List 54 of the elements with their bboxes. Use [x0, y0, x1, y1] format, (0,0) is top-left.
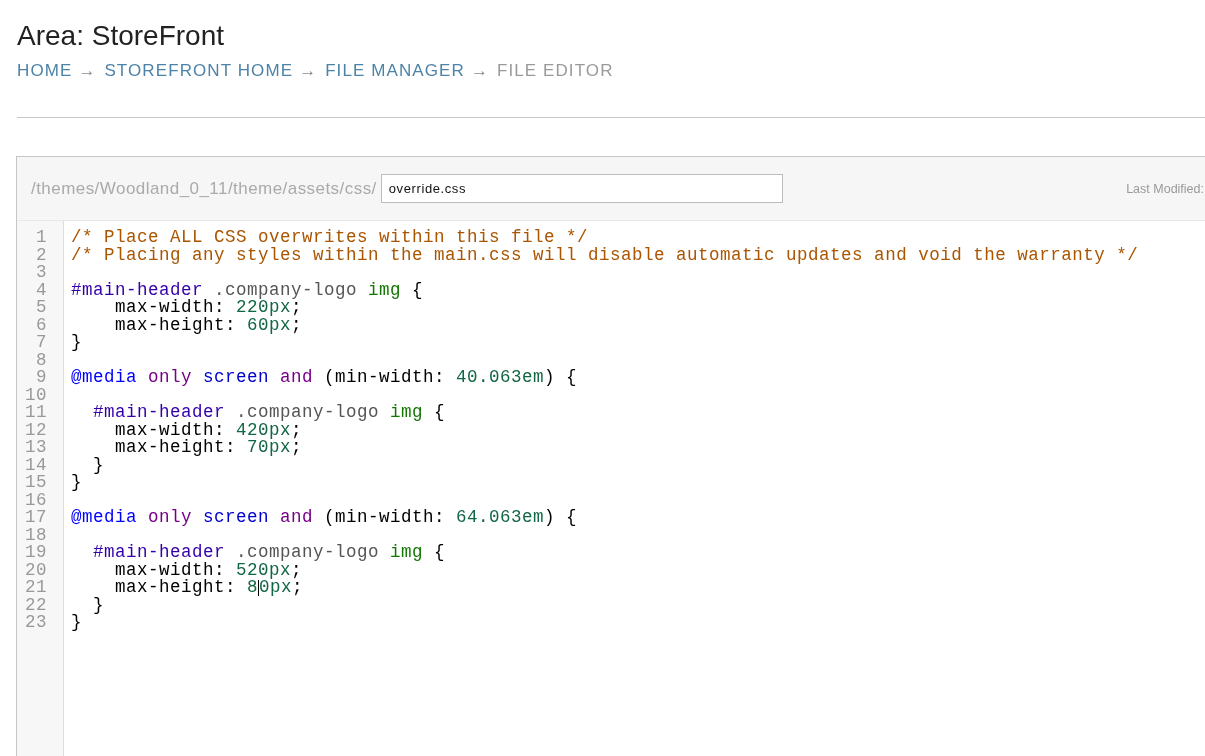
line-number: 9: [35, 369, 48, 387]
code-text: @media only screen and (min-width: 40.063em) {: [71, 369, 578, 387]
line-number: 20: [24, 561, 48, 579]
line-number: 22: [24, 596, 48, 614]
code-text: max-width: 520px;: [114, 561, 303, 579]
line-number: 15: [24, 474, 48, 492]
breadcrumb-link[interactable]: FILE MANAGER: [325, 59, 465, 83]
line-number: 3: [35, 264, 48, 282]
line-number: 8: [35, 351, 48, 369]
folder-path: /themes/Woodland_0_11/theme/assets/css/: [31, 178, 377, 199]
code-text: max-height: 60px;: [114, 316, 303, 334]
line-number: 13: [24, 439, 48, 457]
line-number: 2: [35, 246, 48, 264]
breadcrumb-arrow: →: [470, 60, 488, 82]
code-text: max-width: 420px;: [114, 421, 303, 439]
code-text: 0px;: [259, 579, 304, 597]
line-number: 14: [24, 456, 48, 474]
line-number: 1: [35, 229, 48, 247]
line-number: 4: [35, 281, 48, 299]
code-text: #main-header .company-logo img {: [71, 281, 424, 299]
filename-field[interactable]: override.css: [380, 174, 783, 203]
line-number: 6: [35, 316, 48, 334]
code-text: /* Placing any styles within the main.css will disable automatic updates and void the warranty */: [71, 246, 1139, 264]
line-number: 17: [24, 509, 48, 527]
breadcrumb-link[interactable]: STOREFRONT HOME: [104, 59, 294, 83]
last-modified-label: Last Modified:: [1126, 181, 1205, 196]
line-number: 16: [24, 491, 48, 509]
line-number: 7: [35, 334, 48, 352]
line-number: 21: [24, 579, 48, 597]
code-text: #main-header .company-logo img {: [92, 404, 446, 422]
page-title: Area: StoreFront: [17, 19, 225, 53]
breadcrumb-arrow: →: [299, 60, 317, 82]
line-number: 12: [24, 421, 48, 439]
line-number: 5: [35, 299, 48, 317]
code-text: /* Place ALL CSS overwrites within this file */: [71, 229, 589, 247]
line-number: 10: [24, 386, 48, 404]
code-text: }: [92, 596, 104, 614]
line-number: 18: [24, 526, 48, 544]
code-text: }: [92, 456, 104, 474]
breadcrumb-current: FILE EDITOR: [496, 60, 614, 82]
line-number: 19: [24, 544, 48, 562]
code-text: @media only screen and (min-width: 64.063em) {: [71, 509, 578, 527]
code-text: max-width: 220px;: [114, 299, 303, 317]
code-text: }: [71, 474, 82, 492]
breadcrumb-link[interactable]: HOME: [17, 59, 73, 83]
code-text: max-height: 70px;: [114, 439, 303, 457]
line-number: 11: [24, 404, 48, 422]
line-number: 23: [24, 614, 48, 632]
code-text: max-height: 8: [114, 579, 259, 597]
code-text: #main-header .company-logo img {: [92, 544, 446, 562]
text-cursor-icon: [258, 579, 260, 596]
code-text: }: [71, 614, 82, 632]
breadcrumb-arrow: →: [78, 60, 96, 82]
code-text: }: [71, 334, 82, 352]
